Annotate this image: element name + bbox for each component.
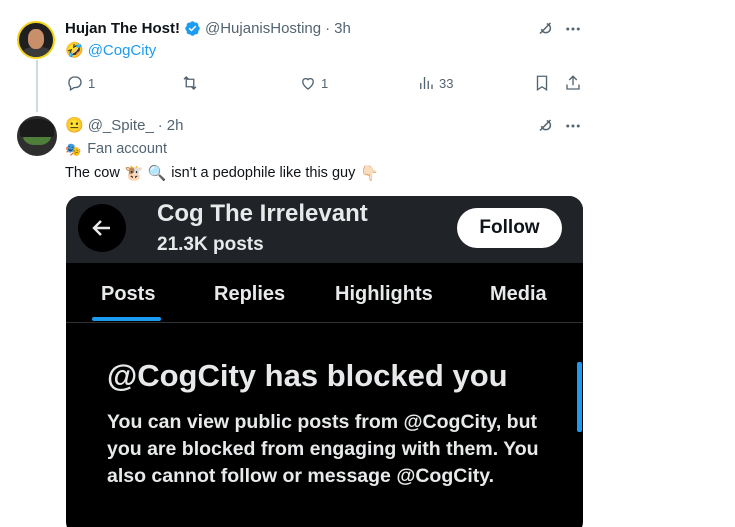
tweet-text-part2: isn't a pedophile like this guy: [171, 165, 356, 181]
repost-icon: [183, 76, 197, 90]
tweet-text: The cow 🐮 🔍 isn't a pedophile like this …: [65, 165, 379, 181]
tweet-text-part1: The cow: [65, 165, 120, 181]
mention-link[interactable]: @CogCity: [88, 42, 157, 59]
embed-blocked-body: You can view public posts from @CogCity,…: [107, 411, 539, 487]
embed-tab-highlights: Highlights: [335, 283, 433, 305]
more-options-icon[interactable]: [564, 20, 582, 38]
tweet-header: 😐 @_Spite_ · 2h: [65, 117, 183, 134]
like-button[interactable]: 1: [299, 74, 328, 92]
fan-account-label: Fan account: [87, 141, 167, 157]
bookmark-icon: [536, 75, 548, 92]
views-button[interactable]: 33: [417, 74, 453, 92]
reply-count: 1: [88, 75, 96, 91]
avatar[interactable]: [17, 116, 57, 156]
reply-button[interactable]: 1: [66, 74, 95, 92]
neutral-face-emoji: 😐: [65, 117, 84, 134]
embed-posts-count: 21.3K posts: [157, 234, 264, 255]
share-button[interactable]: [564, 74, 582, 92]
handle[interactable]: @HujanisHosting: [205, 20, 321, 37]
embed-active-tab-indicator: [92, 317, 161, 321]
handle[interactable]: @_Spite_: [88, 117, 154, 134]
masks-emoji: 🎭: [65, 141, 82, 157]
embed-scrollbar: [577, 362, 582, 432]
verified-badge-icon: [185, 21, 200, 36]
pointing-down-emoji: 👇🏻: [360, 164, 380, 182]
share-icon: [566, 75, 580, 90]
embed-tab-posts: Posts: [101, 283, 156, 305]
like-count: 1: [321, 75, 329, 91]
separator-dot: ·: [325, 20, 331, 37]
embed-profile-header: Cog The Irrelevant 21.3K posts Follow: [66, 196, 583, 263]
avatar-hood: [20, 119, 54, 137]
reply-icon: [68, 76, 82, 91]
embed-tab-replies: Replies: [214, 283, 286, 305]
affiliation-label: 🎭 Fan account: [65, 141, 167, 157]
tweet-text: 🤣 @CogCity: [65, 42, 156, 59]
repost-button[interactable]: [181, 74, 203, 92]
more-options-icon[interactable]: [564, 117, 582, 135]
embed-follow-button: Follow: [457, 208, 562, 248]
back-button: [78, 204, 126, 252]
embed-profile-name: Cog The Irrelevant: [157, 200, 368, 227]
avatar-face: [28, 29, 44, 49]
attached-image[interactable]: Cog The Irrelevant 21.3K posts Follow Po…: [66, 196, 583, 527]
view-count: 33: [439, 75, 454, 91]
embed-blocked-title: @CogCity has blocked you: [107, 358, 508, 393]
back-arrow-icon: [92, 220, 110, 236]
display-name[interactable]: Hujan The Host!: [65, 20, 180, 37]
tweet-header: Hujan The Host! @HujanisHosting · 3h: [65, 20, 351, 37]
embed-tab-media: Media: [490, 283, 547, 305]
grok-icon[interactable]: [537, 20, 555, 38]
embed-tab-divider: [66, 322, 583, 323]
magnifier-emoji: 🔍: [147, 164, 167, 182]
timestamp[interactable]: 3h: [334, 20, 351, 37]
thread-connector: [36, 60, 38, 112]
separator-dot: ·: [157, 117, 163, 134]
timestamp[interactable]: 2h: [167, 117, 184, 134]
bookmark-button[interactable]: [533, 74, 551, 92]
grok-icon[interactable]: [537, 117, 555, 135]
embed-tabs: Posts Replies Highlights Media: [66, 263, 583, 323]
cow-emoji: 🐮: [124, 164, 144, 182]
avatar[interactable]: [17, 21, 55, 59]
heart-icon: [302, 77, 314, 90]
rofl-emoji: 🤣: [65, 42, 84, 59]
analytics-icon: [420, 77, 433, 89]
